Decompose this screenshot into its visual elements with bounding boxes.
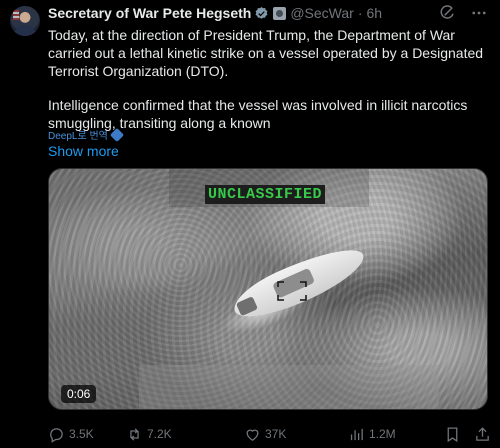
reply-icon — [50, 427, 63, 443]
grok-icon[interactable] — [438, 4, 456, 22]
bookmark-icon — [447, 426, 458, 442]
flag-graphic — [13, 10, 19, 20]
classification-label: UNCLASSIFIED — [205, 185, 326, 204]
more-icon[interactable] — [470, 4, 488, 22]
bookmark-button[interactable] — [444, 426, 461, 443]
translate-label: DeepL로 번역 — [48, 131, 108, 142]
post-text-paragraph-1: Today, at the direction of President Tru… — [48, 27, 484, 79]
repost-icon — [130, 427, 139, 441]
video-redaction-bottom — [139, 365, 439, 409]
affiliation-badge-icon[interactable] — [273, 6, 287, 20]
like-button[interactable]: 37K — [244, 426, 286, 443]
post: Secretary of War Pete Hegseth @SecWar · … — [0, 0, 500, 448]
like-icon — [246, 429, 259, 441]
repost-button[interactable]: 7.2K — [126, 426, 172, 443]
views-button[interactable]: 1.2M — [348, 426, 396, 443]
post-time[interactable]: 6h — [367, 5, 383, 21]
views-icon — [350, 428, 363, 440]
reply-button[interactable]: 3.5K — [48, 426, 94, 443]
video-player[interactable]: UNCLASSIFIED 0:06 — [48, 168, 488, 410]
avatar-shoulders — [14, 25, 36, 36]
separator-dot: · — [357, 5, 363, 21]
avatar[interactable] — [10, 6, 40, 36]
share-icon — [476, 426, 489, 441]
post-top-actions — [438, 4, 488, 22]
like-count: 37K — [265, 427, 287, 441]
verified-badge-icon — [254, 6, 269, 21]
show-more-link[interactable]: Show more — [48, 143, 119, 159]
reply-count: 3.5K — [69, 427, 94, 441]
share-button[interactable] — [474, 426, 491, 443]
author-name[interactable]: Secretary of War Pete Hegseth — [48, 5, 251, 21]
author-handle[interactable]: @SecWar — [290, 5, 353, 21]
views-count: 1.2M — [369, 427, 396, 441]
repost-count: 7.2K — [147, 427, 172, 441]
translate-link[interactable]: DeepL로 번역 — [48, 127, 124, 142]
post-header: Secretary of War Pete Hegseth @SecWar · … — [48, 4, 382, 22]
deepl-icon — [109, 127, 124, 142]
video-timestamp: 0:06 — [61, 385, 97, 403]
targeting-reticle-icon — [277, 281, 307, 301]
action-bar: 3.5K 7.2K 37K 1.2M — [48, 424, 492, 444]
